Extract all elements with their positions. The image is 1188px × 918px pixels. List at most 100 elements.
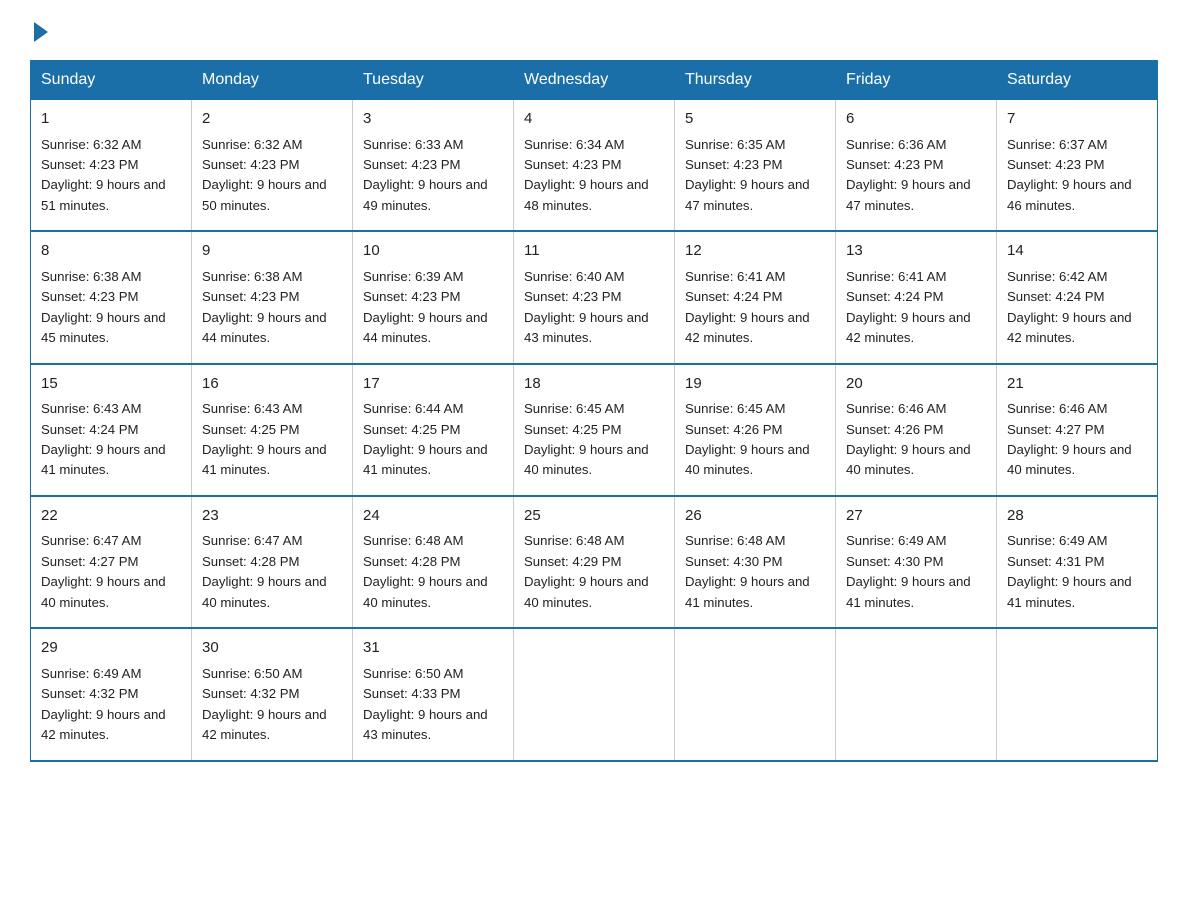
calendar-day-cell: 30 Sunrise: 6:50 AMSunset: 4:32 PMDayligh…: [192, 628, 353, 760]
calendar-week-row: 22 Sunrise: 6:47 AMSunset: 4:27 PMDayligh…: [31, 496, 1158, 628]
calendar-day-cell: 31 Sunrise: 6:50 AMSunset: 4:33 PMDayligh…: [353, 628, 514, 760]
calendar-day-cell: 23 Sunrise: 6:47 AMSunset: 4:28 PMDayligh…: [192, 496, 353, 628]
day-number: 12: [685, 240, 825, 263]
day-info: Sunrise: 6:45 AMSunset: 4:26 PMDaylight:…: [685, 401, 810, 477]
day-number: 14: [1007, 240, 1147, 263]
calendar-day-cell: 2 Sunrise: 6:32 AMSunset: 4:23 PMDaylight…: [192, 100, 353, 232]
calendar-day-cell: [997, 628, 1158, 760]
day-info: Sunrise: 6:38 AMSunset: 4:23 PMDaylight:…: [202, 269, 327, 345]
calendar-day-cell: 6 Sunrise: 6:36 AMSunset: 4:23 PMDaylight…: [836, 100, 997, 232]
calendar-day-cell: 7Sunrise: 6:37 AMSunset: 4:23 PMDaylight…: [997, 100, 1158, 232]
day-info: Sunrise: 6:42 AMSunset: 4:24 PMDaylight:…: [1007, 269, 1132, 345]
calendar-week-row: 1 Sunrise: 6:32 AMSunset: 4:23 PMDaylight…: [31, 100, 1158, 232]
page-header: [30, 20, 1158, 42]
day-info: Sunrise: 6:37 AMSunset: 4:23 PMDaylight:…: [1007, 137, 1132, 213]
weekday-header-saturday: Saturday: [997, 61, 1158, 100]
calendar-day-cell: 29Sunrise: 6:49 AMSunset: 4:32 PMDayligh…: [31, 628, 192, 760]
calendar-day-cell: 11 Sunrise: 6:40 AMSunset: 4:23 PMDayligh…: [514, 231, 675, 363]
calendar-day-cell: 22 Sunrise: 6:47 AMSunset: 4:27 PMDayligh…: [31, 496, 192, 628]
day-info: Sunrise: 6:41 AMSunset: 4:24 PMDaylight:…: [685, 269, 810, 345]
day-number: 9: [202, 240, 342, 263]
calendar-day-cell: [836, 628, 997, 760]
day-info: Sunrise: 6:32 AMSunset: 4:23 PMDaylight:…: [202, 137, 327, 213]
day-number: 31: [363, 637, 503, 660]
logo-arrow-icon: [34, 22, 48, 42]
day-number: 24: [363, 505, 503, 528]
weekday-header-tuesday: Tuesday: [353, 61, 514, 100]
calendar-day-cell: 18 Sunrise: 6:45 AMSunset: 4:25 PMDayligh…: [514, 364, 675, 496]
calendar-day-cell: 16 Sunrise: 6:43 AMSunset: 4:25 PMDayligh…: [192, 364, 353, 496]
day-number: 30: [202, 637, 342, 660]
calendar-day-cell: 21Sunrise: 6:46 AMSunset: 4:27 PMDayligh…: [997, 364, 1158, 496]
day-number: 2: [202, 108, 342, 131]
calendar-day-cell: 4 Sunrise: 6:34 AMSunset: 4:23 PMDaylight…: [514, 100, 675, 232]
day-number: 6: [846, 108, 986, 131]
day-info: Sunrise: 6:48 AMSunset: 4:30 PMDaylight:…: [685, 533, 810, 609]
calendar-day-cell: 24 Sunrise: 6:48 AMSunset: 4:28 PMDayligh…: [353, 496, 514, 628]
day-number: 19: [685, 373, 825, 396]
day-number: 1: [41, 108, 181, 131]
day-info: Sunrise: 6:45 AMSunset: 4:25 PMDaylight:…: [524, 401, 649, 477]
calendar-day-cell: 9 Sunrise: 6:38 AMSunset: 4:23 PMDaylight…: [192, 231, 353, 363]
calendar-week-row: 29Sunrise: 6:49 AMSunset: 4:32 PMDayligh…: [31, 628, 1158, 760]
calendar-day-cell: 3 Sunrise: 6:33 AMSunset: 4:23 PMDaylight…: [353, 100, 514, 232]
day-number: 3: [363, 108, 503, 131]
day-number: 11: [524, 240, 664, 263]
calendar-week-row: 8Sunrise: 6:38 AMSunset: 4:23 PMDaylight…: [31, 231, 1158, 363]
day-number: 20: [846, 373, 986, 396]
day-number: 5: [685, 108, 825, 131]
calendar-day-cell: 13 Sunrise: 6:41 AMSunset: 4:24 PMDayligh…: [836, 231, 997, 363]
day-info: Sunrise: 6:48 AMSunset: 4:29 PMDaylight:…: [524, 533, 649, 609]
day-info: Sunrise: 6:40 AMSunset: 4:23 PMDaylight:…: [524, 269, 649, 345]
calendar-day-cell: 26Sunrise: 6:48 AMSunset: 4:30 PMDayligh…: [675, 496, 836, 628]
day-number: 10: [363, 240, 503, 263]
day-number: 23: [202, 505, 342, 528]
day-info: Sunrise: 6:48 AMSunset: 4:28 PMDaylight:…: [363, 533, 488, 609]
weekday-header-row: SundayMondayTuesdayWednesdayThursdayFrid…: [31, 61, 1158, 100]
day-info: Sunrise: 6:49 AMSunset: 4:31 PMDaylight:…: [1007, 533, 1132, 609]
day-info: Sunrise: 6:33 AMSunset: 4:23 PMDaylight:…: [363, 137, 488, 213]
logo: [30, 20, 48, 42]
calendar-week-row: 15Sunrise: 6:43 AMSunset: 4:24 PMDayligh…: [31, 364, 1158, 496]
day-info: Sunrise: 6:32 AMSunset: 4:23 PMDaylight:…: [41, 137, 166, 213]
day-info: Sunrise: 6:34 AMSunset: 4:23 PMDaylight:…: [524, 137, 649, 213]
calendar-day-cell: [514, 628, 675, 760]
calendar-day-cell: 1 Sunrise: 6:32 AMSunset: 4:23 PMDaylight…: [31, 100, 192, 232]
day-info: Sunrise: 6:47 AMSunset: 4:28 PMDaylight:…: [202, 533, 327, 609]
calendar-day-cell: 27Sunrise: 6:49 AMSunset: 4:30 PMDayligh…: [836, 496, 997, 628]
calendar-day-cell: [675, 628, 836, 760]
weekday-header-monday: Monday: [192, 61, 353, 100]
calendar-day-cell: 28 Sunrise: 6:49 AMSunset: 4:31 PMDayligh…: [997, 496, 1158, 628]
calendar-day-cell: 14 Sunrise: 6:42 AMSunset: 4:24 PMDayligh…: [997, 231, 1158, 363]
day-info: Sunrise: 6:38 AMSunset: 4:23 PMDaylight:…: [41, 269, 166, 345]
day-number: 16: [202, 373, 342, 396]
day-info: Sunrise: 6:44 AMSunset: 4:25 PMDaylight:…: [363, 401, 488, 477]
day-number: 25: [524, 505, 664, 528]
calendar-day-cell: 10Sunrise: 6:39 AMSunset: 4:23 PMDayligh…: [353, 231, 514, 363]
day-number: 13: [846, 240, 986, 263]
day-info: Sunrise: 6:46 AMSunset: 4:27 PMDaylight:…: [1007, 401, 1132, 477]
day-info: Sunrise: 6:49 AMSunset: 4:32 PMDaylight:…: [41, 666, 166, 742]
calendar-table: SundayMondayTuesdayWednesdayThursdayFrid…: [30, 60, 1158, 762]
day-info: Sunrise: 6:50 AMSunset: 4:33 PMDaylight:…: [363, 666, 488, 742]
day-info: Sunrise: 6:47 AMSunset: 4:27 PMDaylight:…: [41, 533, 166, 609]
day-info: Sunrise: 6:49 AMSunset: 4:30 PMDaylight:…: [846, 533, 971, 609]
calendar-day-cell: 5Sunrise: 6:35 AMSunset: 4:23 PMDaylight…: [675, 100, 836, 232]
day-number: 15: [41, 373, 181, 396]
day-info: Sunrise: 6:50 AMSunset: 4:32 PMDaylight:…: [202, 666, 327, 742]
calendar-day-cell: 8Sunrise: 6:38 AMSunset: 4:23 PMDaylight…: [31, 231, 192, 363]
day-info: Sunrise: 6:43 AMSunset: 4:25 PMDaylight:…: [202, 401, 327, 477]
weekday-header-wednesday: Wednesday: [514, 61, 675, 100]
weekday-header-friday: Friday: [836, 61, 997, 100]
day-number: 18: [524, 373, 664, 396]
day-info: Sunrise: 6:36 AMSunset: 4:23 PMDaylight:…: [846, 137, 971, 213]
day-number: 28: [1007, 505, 1147, 528]
calendar-day-cell: 15Sunrise: 6:43 AMSunset: 4:24 PMDayligh…: [31, 364, 192, 496]
calendar-day-cell: 25 Sunrise: 6:48 AMSunset: 4:29 PMDayligh…: [514, 496, 675, 628]
day-number: 22: [41, 505, 181, 528]
weekday-header-sunday: Sunday: [31, 61, 192, 100]
calendar-day-cell: 17Sunrise: 6:44 AMSunset: 4:25 PMDayligh…: [353, 364, 514, 496]
calendar-day-cell: 19 Sunrise: 6:45 AMSunset: 4:26 PMDayligh…: [675, 364, 836, 496]
day-info: Sunrise: 6:41 AMSunset: 4:24 PMDaylight:…: [846, 269, 971, 345]
day-number: 4: [524, 108, 664, 131]
